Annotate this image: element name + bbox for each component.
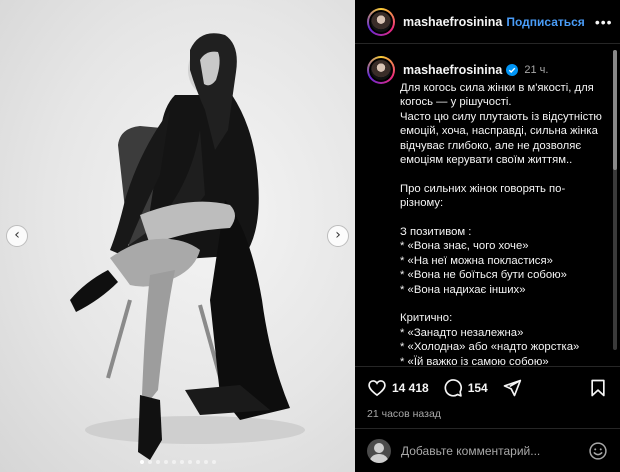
bookmark-icon <box>591 379 605 397</box>
caption-line: відчуває глибоко, але не дозволяє <box>400 139 582 152</box>
current-user-avatar <box>367 438 391 463</box>
caption-area[interactable]: mashaefrosinina 21 ч. Для когось сила жі… <box>355 44 620 366</box>
author-username[interactable]: mashaefrosinina <box>403 15 502 29</box>
caption-line: Про сильних жінок говорять по- <box>400 182 566 195</box>
caption-line: різному: <box>400 197 444 210</box>
post-actions: 14 418 154 21 часов назад <box>355 366 620 420</box>
comment-bar <box>355 428 620 472</box>
carousel-dot <box>139 460 144 464</box>
comment-input[interactable] <box>401 443 588 458</box>
caption-line: * «Вона знає, чого хоче» <box>400 240 529 253</box>
carousel-dot <box>187 460 192 464</box>
post-photo <box>70 33 305 460</box>
caption-text: Для когось сила жінки в м'якості, для ког… <box>400 81 606 366</box>
caption-line: * «Занадто незалежна» <box>400 326 524 339</box>
caption-line: * «На неї можна покластися» <box>400 254 553 267</box>
caption-line: Критично: <box>400 312 453 325</box>
caption-line: * «Холодна» або «надто жорстка» <box>400 341 580 354</box>
caption-line: З позитивом : <box>400 226 472 239</box>
emoji-icon[interactable] <box>588 441 608 461</box>
post-media[interactable]: ‹ › <box>0 0 355 472</box>
comment-icon <box>444 379 462 397</box>
caption-header: mashaefrosinina 21 ч. <box>367 56 606 84</box>
caption-line: емоцій, хоча, насправді, сильна жінка <box>400 125 598 138</box>
save-button[interactable] <box>588 378 608 398</box>
caption-time: 21 ч. <box>524 64 549 76</box>
verified-badge-icon <box>506 64 519 76</box>
caption-line <box>400 211 606 225</box>
caption-line <box>400 297 606 311</box>
like-count: 14 418 <box>392 381 429 395</box>
carousel-dot <box>203 460 208 464</box>
carousel-prev-button[interactable]: ‹ <box>6 225 28 247</box>
heart-icon <box>368 380 386 397</box>
carousel-next-button[interactable]: › <box>327 225 349 247</box>
caption-line: Часто цю силу плутають із відсутністю <box>400 110 602 123</box>
caption-line <box>400 167 606 181</box>
caption-username[interactable]: mashaefrosinina <box>403 63 502 77</box>
author-avatar[interactable] <box>367 7 395 36</box>
post-timestamp[interactable]: 21 часов назад <box>367 408 608 420</box>
carousel-dot <box>155 460 160 464</box>
caption-avatar[interactable] <box>367 56 395 84</box>
caption-scrollbar[interactable] <box>613 50 617 350</box>
caption-line: емоціям керувати своїм життям.. <box>400 154 573 167</box>
carousel-dot <box>195 460 200 464</box>
caption-line: * «Їй важко із самою собою» <box>400 355 549 366</box>
carousel-dot <box>147 460 152 464</box>
post-side-panel: mashaefrosinina Подписаться ••• mashaefr… <box>355 0 620 472</box>
caption-line: * «Вона не боїться бути собою» <box>400 269 567 282</box>
like-button[interactable]: 14 418 <box>367 378 443 398</box>
comment-count: 154 <box>467 381 488 395</box>
share-icon <box>503 379 521 397</box>
more-options-icon[interactable]: ••• <box>595 14 613 30</box>
caption-line: * «Вона надихає інших» <box>400 283 526 296</box>
carousel-dot <box>171 460 176 464</box>
caption-line: когось — у рішучості. <box>400 96 512 109</box>
share-button[interactable] <box>502 378 522 398</box>
carousel-dot <box>163 460 168 464</box>
follow-button[interactable]: Подписаться <box>506 15 584 29</box>
caption-line: Для когось сила жінки в м'якості, для <box>400 82 594 94</box>
carousel-dot <box>179 460 184 464</box>
carousel-dots <box>0 460 355 464</box>
comment-button[interactable]: 154 <box>443 378 502 398</box>
carousel-dot <box>211 460 216 464</box>
post-header: mashaefrosinina Подписаться ••• <box>355 0 620 44</box>
